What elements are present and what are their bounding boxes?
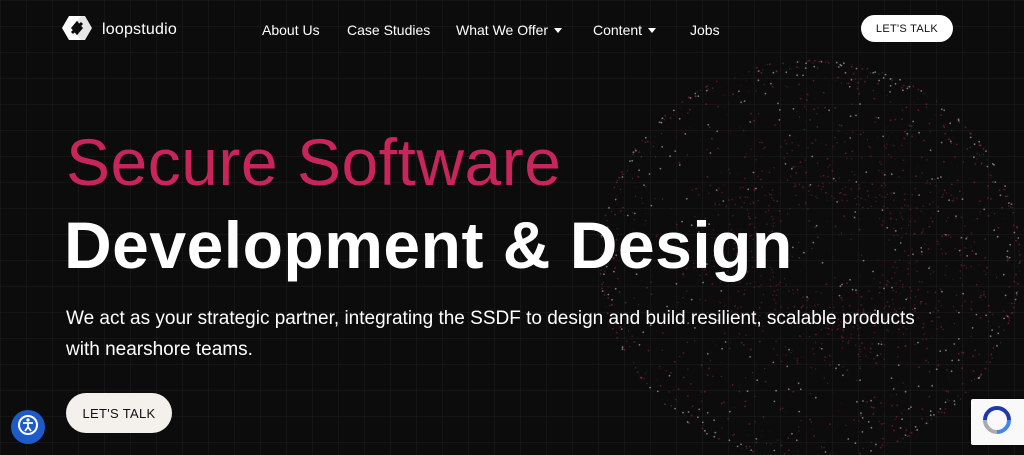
hero-subtitle: We act as your strategic partner, integr… [66,308,915,360]
nav-item-label: Case Studies [347,22,431,38]
recaptcha-icon [981,404,1013,441]
caret-down-icon [648,27,657,33]
nav-item-label: Content [593,22,643,38]
top-navigation: loopstudio About Us Case Studies What We… [0,0,1024,60]
nav-item-content[interactable]: Content [593,22,657,38]
nav-item-case-studies[interactable]: Case Studies [347,22,430,38]
accessibility-button[interactable] [11,410,45,444]
nav-item-label: What We Offer [456,22,549,38]
loopstudio-logo-icon [60,14,94,47]
nav-item-label: Jobs [690,22,720,38]
nav-item-about-us[interactable]: About Us [262,22,320,38]
nav-item-label: About Us [262,22,320,38]
lets-talk-hero-button[interactable]: LET'S TALK [66,393,172,433]
caret-down-icon [554,27,563,33]
hero-title-main: Development & Design [64,208,793,282]
recaptcha-badge[interactable] [971,399,1024,445]
accessibility-icon [16,413,40,442]
brand-name: loopstudio [102,21,177,38]
nav-item-jobs[interactable]: Jobs [690,22,720,38]
lets-talk-nav-button[interactable]: LET'S TALK [861,15,953,42]
nav-item-what-we-offer[interactable]: What We Offer [456,22,563,38]
hero-title-accent: Secure Software [66,125,562,199]
brand-logo[interactable]: loopstudio [60,14,177,47]
